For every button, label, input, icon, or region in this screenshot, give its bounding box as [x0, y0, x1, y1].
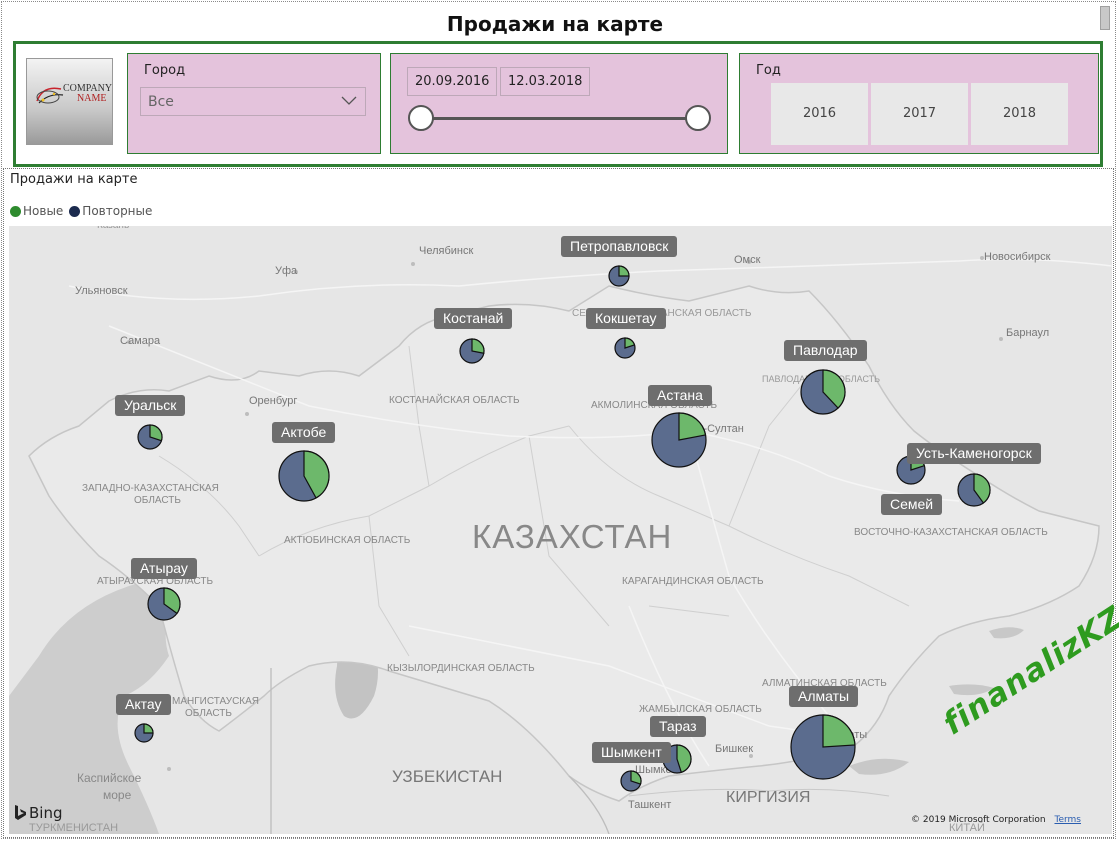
scrollbar-thumb[interactable]	[1100, 6, 1110, 30]
map-area[interactable]: КазаньЧелябинскУфаУльяновскСамараОренбур…	[9, 226, 1112, 834]
pie-layer	[134, 265, 991, 792]
city-callout: Атырау	[131, 558, 197, 579]
map-copyright: © 2019 Microsoft Corporation Terms	[911, 815, 1081, 825]
logo-text: COMPANY NAME	[63, 84, 112, 104]
city-callout: Тараз	[650, 716, 706, 737]
city-callout: Шымкент	[592, 742, 671, 763]
logo-swirl-icon	[36, 87, 64, 104]
city-dropdown-value: Все	[148, 94, 174, 110]
pie-Усть-Каменогорск[interactable]	[957, 473, 991, 507]
pie-slice-new	[822, 714, 856, 748]
city-callout: Актобе	[272, 422, 336, 443]
pie-Петропавловск[interactable]	[608, 265, 630, 287]
date-slider-end-handle[interactable]	[685, 105, 711, 131]
city-slicer-label: Город	[144, 63, 186, 78]
year-slicer-label: Год	[756, 63, 781, 78]
pie-Актобе[interactable]	[278, 450, 330, 502]
city-dropdown[interactable]: Все	[140, 87, 366, 116]
legend-label-new: Новые	[23, 204, 64, 218]
date-slider-track[interactable]	[423, 117, 699, 120]
pie-Павлодар[interactable]	[800, 369, 846, 415]
end-date-input[interactable]: 12.03.2018	[500, 67, 591, 96]
city-callout: Астана	[648, 385, 712, 406]
city-callout: Актау	[116, 694, 171, 715]
pie-Алматы[interactable]	[790, 714, 856, 780]
legend: Новые Повторные	[10, 204, 158, 218]
pie-slice-new	[678, 412, 707, 441]
logo-line2: NAME	[77, 93, 107, 104]
pie-Актау[interactable]	[134, 723, 154, 743]
pie-slice-new	[471, 338, 485, 354]
legend-item-new: Новые	[10, 204, 63, 218]
year-slicer: Год 2016 2017 2018	[739, 53, 1099, 154]
date-range-slicer: 20.09.2016 12.03.2018	[390, 53, 728, 154]
bing-attribution: Bing	[13, 804, 63, 822]
city-callout: Усть-Каменогорск	[907, 443, 1041, 464]
city-callout: Кокшетау	[586, 308, 666, 329]
pie-slice-new	[143, 723, 154, 734]
city-callout: Алматы	[789, 686, 859, 707]
page-title: Продажи на карте	[446, 12, 664, 36]
legend-dot-repeat	[69, 205, 81, 217]
city-callout: Петропавловск	[561, 236, 678, 257]
pie-Костанай[interactable]	[459, 338, 485, 364]
legend-dot-new	[10, 205, 21, 217]
date-slider-start-handle[interactable]	[408, 105, 434, 131]
city-callout: Павлодар	[784, 340, 867, 361]
terms-link[interactable]: Terms	[1054, 815, 1081, 825]
start-date-input[interactable]: 20.09.2016	[407, 67, 498, 96]
year-button-2018[interactable]: 2018	[971, 83, 1068, 145]
city-slicer: Город Все	[127, 53, 381, 154]
year-button-2016[interactable]: 2016	[771, 83, 868, 145]
city-callout: Костанай	[434, 308, 513, 329]
company-logo: COMPANY NAME	[26, 58, 113, 145]
city-callout: Семей	[881, 494, 943, 515]
pie-Атырау[interactable]	[147, 587, 181, 621]
bing-logo-icon	[15, 805, 26, 820]
copyright-text: © 2019 Microsoft Corporation	[911, 815, 1046, 825]
bing-label: Bing	[29, 804, 63, 822]
pie-Уральск[interactable]	[137, 424, 163, 450]
legend-item-repeat: Повторные	[69, 204, 152, 218]
chevron-down-icon	[341, 96, 357, 105]
pie-slice-new	[618, 265, 630, 277]
pie-Кокшетау[interactable]	[614, 337, 636, 359]
visual-title: Продажи на карте	[10, 172, 138, 187]
pie-Шымкент[interactable]	[620, 770, 642, 792]
legend-label-repeat: Повторные	[82, 204, 153, 218]
year-button-2017[interactable]: 2017	[871, 83, 968, 145]
pie-Астана[interactable]	[651, 412, 707, 468]
city-callout: Уральск	[115, 395, 186, 416]
